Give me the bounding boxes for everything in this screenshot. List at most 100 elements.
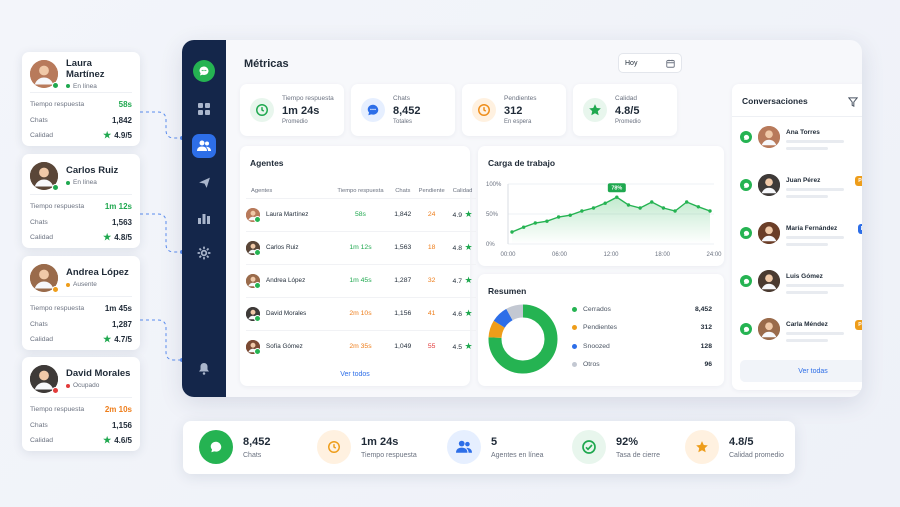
grid-icon[interactable] bbox=[192, 97, 216, 121]
bottom-stats-bar: 8,452 Chats 1m 24s Tiempo respuesta 5 Agentes… bbox=[183, 421, 795, 474]
avatar bbox=[30, 161, 59, 191]
agent-metric-row: Tiempo respuesta 58s bbox=[30, 97, 132, 113]
metric-label: Calidad bbox=[30, 336, 54, 344]
message-preview-placeholder bbox=[786, 236, 844, 239]
view-all-conversations-button[interactable]: Ver todas bbox=[740, 360, 862, 382]
donut-slice bbox=[506, 304, 524, 321]
message-preview-placeholder bbox=[786, 140, 844, 143]
stat-card: Tiempo respuesta 1m 24s Promedio bbox=[240, 84, 344, 136]
agent-card[interactable]: Laura Martínez En línea Tiempo respuesta 58… bbox=[22, 52, 140, 146]
message-preview-placeholder bbox=[786, 284, 844, 287]
chats-count: 1,156 bbox=[391, 296, 415, 330]
contact-name: Carla Méndez bbox=[786, 321, 828, 328]
data-point bbox=[533, 221, 537, 225]
stat-subtitle: En espera bbox=[504, 119, 532, 125]
date-filter[interactable]: Hoy bbox=[618, 53, 682, 73]
contact-name: Ana Torres bbox=[786, 129, 820, 136]
send-icon[interactable] bbox=[192, 170, 216, 194]
response-time: 2m 10s bbox=[329, 296, 392, 330]
column-header: Calidad bbox=[452, 187, 473, 194]
legend-label-wrap: Cerrados bbox=[572, 306, 611, 313]
conversation-item[interactable]: Carla MéndezPendiente11:21 bbox=[740, 312, 862, 356]
conversation-text: Luis Gómez bbox=[786, 270, 862, 294]
filter-icon[interactable] bbox=[847, 94, 859, 112]
agent-name: Laura Martínez bbox=[266, 211, 309, 218]
metric-value: 1,287 bbox=[112, 320, 132, 329]
metric-label: Chats bbox=[30, 320, 48, 328]
whatsapp-icon bbox=[740, 179, 752, 191]
whatsapp-icon bbox=[740, 323, 752, 335]
table-row[interactable]: Laura Martínez 58s 1,842 24 4.9 ★ bbox=[246, 197, 476, 231]
agent-card-info: Laura Martínez En línea bbox=[66, 58, 132, 90]
stat-card: Pendientes 312 En espera bbox=[462, 84, 566, 136]
chat-icon bbox=[361, 98, 385, 122]
table-row[interactable]: Carlos Ruiz 1m 12s 1,563 18 4.8 ★ bbox=[246, 230, 476, 264]
workload-title: Carga de trabajo bbox=[488, 158, 556, 168]
bell-icon[interactable] bbox=[192, 356, 216, 380]
pending-count: 41 bbox=[414, 296, 450, 330]
agent-metric-row: Calidad ★ 4.7/5 bbox=[30, 332, 132, 348]
agents-title: Agentes bbox=[250, 158, 284, 168]
conversation-item[interactable]: Ana TorresNueva11:32 bbox=[740, 120, 862, 164]
legend-value: 8,452 bbox=[694, 305, 712, 313]
agent-name: David Morales bbox=[66, 368, 131, 379]
bar-chart-icon[interactable] bbox=[192, 206, 216, 230]
metric-label: Chats bbox=[30, 421, 48, 429]
bottom-stat-label: Tiempo respuesta bbox=[361, 451, 417, 459]
x-tick-label: 06:00 bbox=[552, 252, 568, 258]
view-all-agents-link[interactable]: Ver todos bbox=[240, 371, 470, 378]
clock-icon bbox=[250, 98, 274, 122]
message-preview-placeholder bbox=[786, 291, 828, 294]
star-icon bbox=[685, 430, 719, 464]
metric-value-text: 4.9/5 bbox=[114, 131, 132, 141]
star-icon: ★ bbox=[103, 232, 112, 243]
agent-card[interactable]: Andrea López Ausente Tiempo respuesta 1m 45… bbox=[22, 256, 140, 350]
table-row[interactable]: David Morales 2m 10s 1,156 41 4.6 ★ bbox=[246, 296, 476, 330]
metric-value: 1,563 bbox=[112, 218, 132, 227]
rating-cell: 4.8 ★ bbox=[449, 230, 476, 264]
avatar bbox=[758, 174, 780, 196]
data-point bbox=[603, 201, 607, 205]
table-row[interactable]: Sofía Gómez 2m 35s 1,049 55 4.5 ★ bbox=[246, 329, 476, 363]
status-badge: En curso bbox=[857, 224, 862, 234]
agent-card[interactable]: David Morales Ocupado Tiempo respuesta 2m 1… bbox=[22, 357, 140, 451]
metric-label: Tiempo respuesta bbox=[30, 203, 85, 211]
conversation-item[interactable]: María FernándezEn curso11:26 bbox=[740, 216, 862, 260]
legend-value: 312 bbox=[700, 324, 712, 332]
legend-label-wrap: Otros bbox=[572, 361, 600, 368]
main-area: Métricas Hoy Tiempo respuesta 1m 24s Prome… bbox=[226, 40, 862, 397]
users-icon[interactable] bbox=[192, 134, 216, 158]
clock-icon bbox=[317, 430, 351, 464]
conversation-item[interactable]: Luis GómezNueva11:24 bbox=[740, 264, 862, 308]
data-point bbox=[626, 203, 631, 207]
column-header: Tiempo respuesta bbox=[337, 187, 384, 194]
presence-dot bbox=[254, 314, 261, 322]
conv-divider bbox=[732, 116, 862, 117]
data-point bbox=[556, 215, 561, 219]
bottom-stat-value: 8,452 bbox=[243, 435, 271, 448]
metric-value-text: 1m 45s bbox=[104, 304, 132, 314]
stat-label: Chats bbox=[393, 95, 410, 102]
metric-value: 58s bbox=[119, 100, 132, 109]
agent-card[interactable]: Carlos Ruiz En línea Tiempo respuesta 1m 12… bbox=[22, 154, 140, 248]
star-icon: ★ bbox=[462, 209, 473, 219]
star-icon: ★ bbox=[462, 308, 473, 318]
metric-label: Chats bbox=[30, 218, 48, 226]
y-tick-label: 100% bbox=[486, 182, 502, 188]
agent-status-label: Ausente bbox=[73, 281, 97, 288]
status-badge: Pendiente bbox=[855, 320, 862, 330]
gear-icon[interactable] bbox=[192, 241, 216, 265]
table-row[interactable]: Andrea López 1m 45s 1,287 32 4.7 ★ bbox=[246, 263, 476, 297]
pending-count: 32 bbox=[414, 263, 450, 297]
stat-value: 8,452 bbox=[393, 105, 421, 117]
agent-card-info: Andrea López Ausente bbox=[66, 267, 129, 288]
metric-value-text: 4.6/5 bbox=[114, 436, 132, 446]
star-icon: ★ bbox=[462, 341, 473, 352]
legend-swatch bbox=[572, 362, 577, 368]
column-header: Chats bbox=[395, 187, 411, 194]
chats-count: 1,049 bbox=[391, 329, 415, 363]
metric-value: 1,842 bbox=[112, 116, 132, 125]
metric-value: 1,156 bbox=[112, 421, 132, 430]
conversation-text: Ana Torres bbox=[786, 126, 862, 150]
conversation-item[interactable]: Juan PérezPendiente11:28 bbox=[740, 168, 862, 212]
